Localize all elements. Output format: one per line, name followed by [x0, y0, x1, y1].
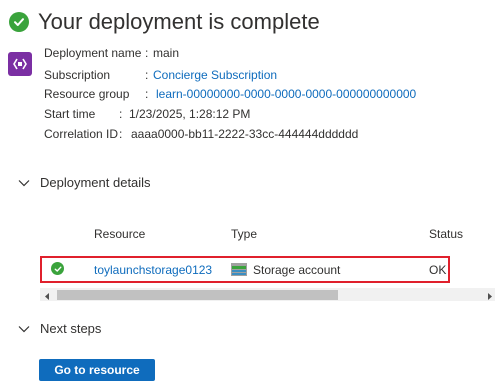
correlation-id-value: aaaa0000-bb11-2222-33cc-444444dddddd — [131, 127, 359, 141]
column-header-status: Status — [429, 227, 464, 241]
success-check-icon — [9, 12, 29, 32]
deployment-name-value: main — [153, 46, 180, 60]
deployment-icon — [8, 52, 32, 76]
separator: : — [145, 68, 149, 82]
check-circle-icon — [51, 262, 64, 275]
column-header-resource: Resource — [94, 227, 146, 241]
resource-group-link[interactable]: learn-00000000-0000-0000-0000-0000000000… — [156, 87, 416, 101]
resource-status: OK — [429, 263, 447, 277]
separator: : — [119, 107, 123, 121]
separator: : — [145, 46, 149, 60]
separator: : — [145, 87, 149, 101]
deployment-name-label: Deployment name — [44, 46, 142, 60]
start-time-label: Start time — [44, 107, 96, 121]
next-steps-heading[interactable]: Next steps — [40, 321, 101, 336]
subscription-link[interactable]: Concierge Subscription — [153, 68, 277, 82]
page-title: Your deployment is complete — [38, 9, 320, 34]
resource-link[interactable]: toylaunchstorage0123 — [94, 263, 212, 277]
storage-account-icon — [231, 263, 247, 276]
correlation-id-label: Correlation ID — [44, 127, 119, 141]
separator: : — [119, 127, 123, 141]
deployment-details-heading[interactable]: Deployment details — [40, 175, 151, 190]
resource-type: Storage account — [253, 263, 341, 277]
chevron-down-icon[interactable] — [18, 323, 30, 335]
subscription-label: Subscription — [44, 68, 111, 82]
go-to-resource-button[interactable]: Go to resource — [39, 359, 155, 381]
chevron-down-icon[interactable] — [18, 177, 30, 189]
column-header-type: Type — [231, 227, 258, 241]
scroll-left-icon[interactable] — [43, 290, 51, 300]
scroll-right-icon[interactable] — [486, 290, 494, 300]
start-time-value: 1/23/2025, 1:28:12 PM — [129, 107, 251, 121]
resource-group-label: Resource group — [44, 87, 130, 101]
scrollbar-thumb[interactable] — [57, 290, 338, 300]
